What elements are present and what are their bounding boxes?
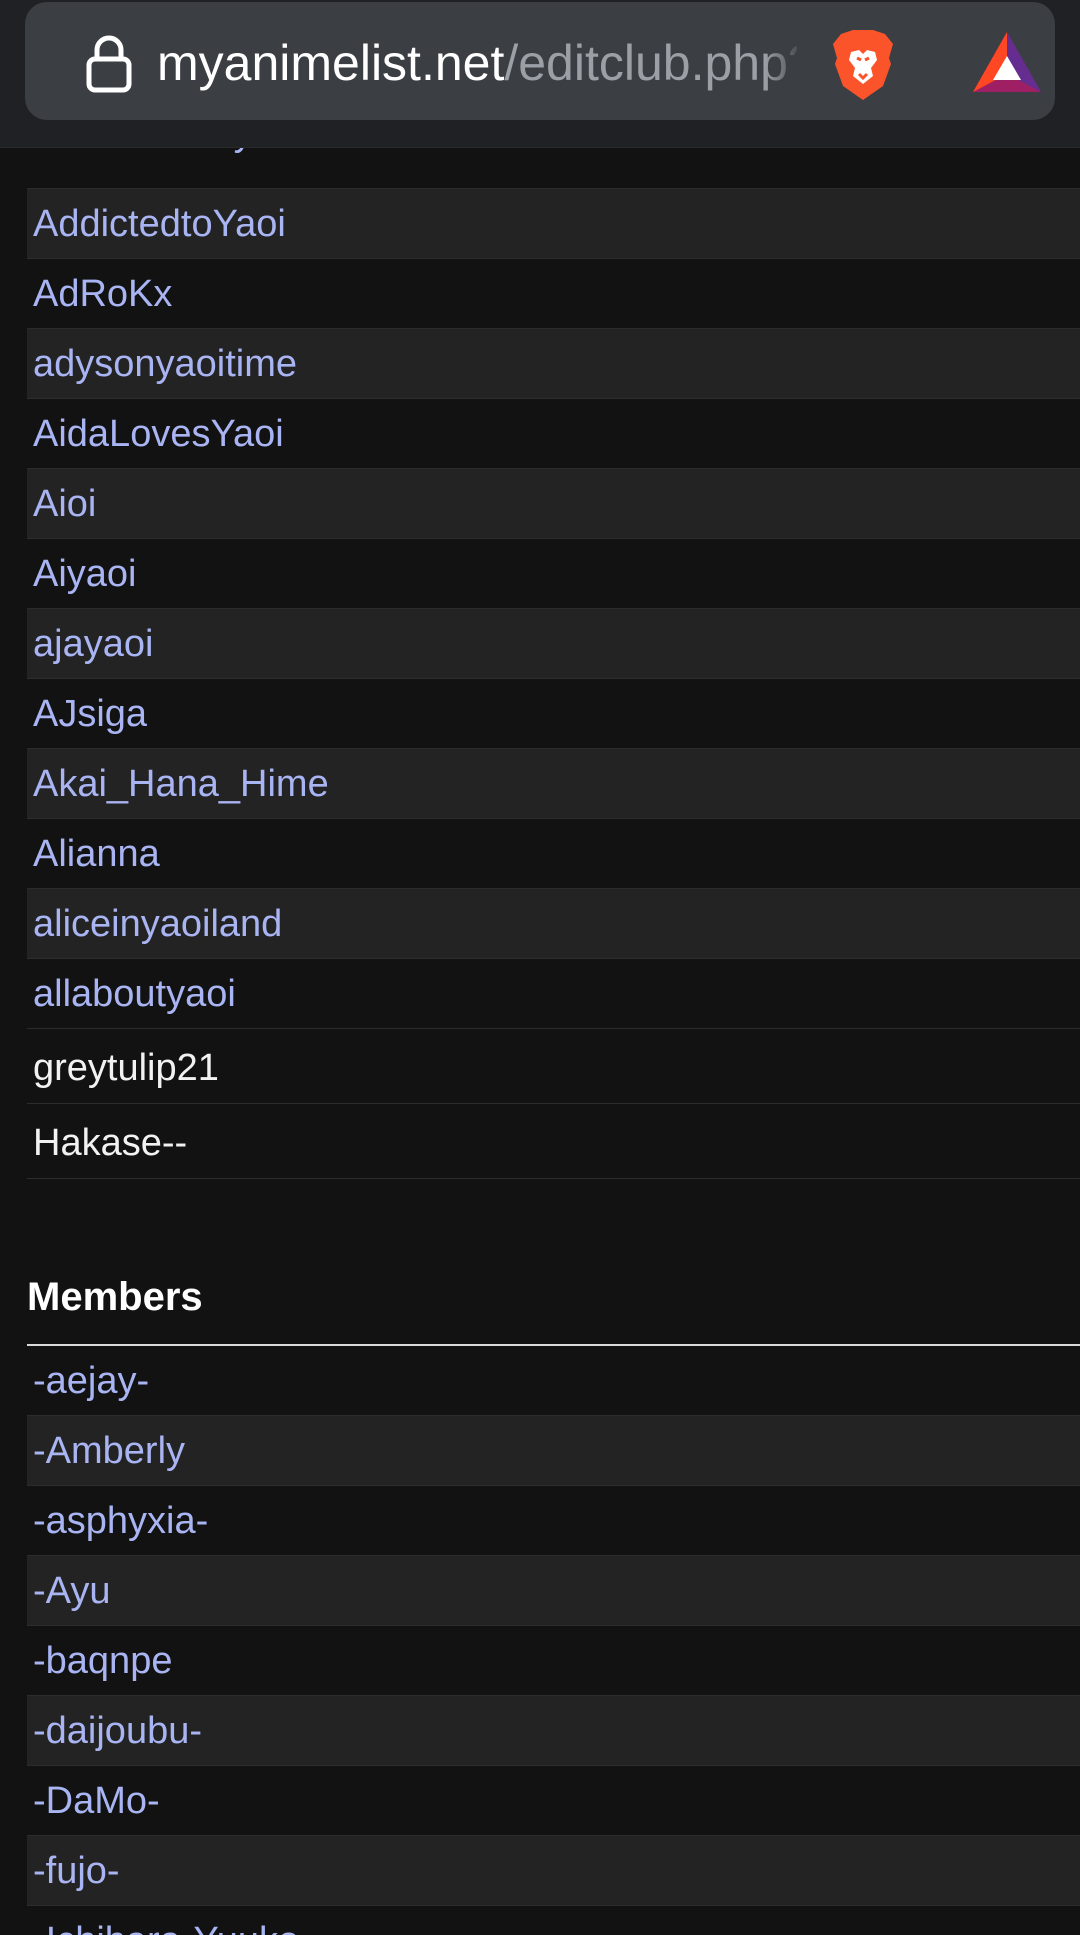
members-heading: Members [27, 1257, 1080, 1346]
list-item[interactable]: AidaLovesYaoi [27, 399, 1080, 469]
member-item[interactable]: -Ayu [27, 1556, 1080, 1626]
member-item[interactable]: -Ichihara-Yuuko- [27, 1906, 1080, 1935]
url-path: /editclub.php? [504, 35, 797, 91]
lock-icon[interactable] [85, 35, 133, 93]
list-item[interactable]: ajayaoi [27, 609, 1080, 679]
list-item[interactable]: AddictedtoYaoi [27, 189, 1080, 259]
url-fade [765, 30, 805, 96]
member-item[interactable]: -DaMo- [27, 1766, 1080, 1836]
member-item[interactable]: -aejay- [27, 1346, 1080, 1416]
rewards-triangle-icon[interactable] [971, 30, 1043, 94]
brave-shields-icon[interactable] [831, 28, 895, 102]
members-list: -aejay- -Amberly -asphyxia- -Ayu -baqnpe… [27, 1346, 1080, 1935]
list-item-text: Hakase-- [27, 1104, 1080, 1179]
list-item[interactable]: AJsiga [27, 679, 1080, 749]
address-bar[interactable]: myanimelist.net/editclub.php? [25, 2, 1055, 120]
browser-toolbar: myanimelist.net/editclub.php? [0, 0, 1080, 148]
list-item[interactable]: Aiyaoi [27, 539, 1080, 609]
member-item[interactable]: -Amberly [27, 1416, 1080, 1486]
user-list: addicted-to-yaoi AddictedtoYaoi AdRoKx a… [27, 118, 1080, 1179]
url-host: myanimelist.net [157, 35, 505, 91]
member-item[interactable]: -asphyxia- [27, 1486, 1080, 1556]
club-content: addicted-to-yaoi AddictedtoYaoi AdRoKx a… [27, 118, 1080, 1935]
list-item[interactable]: Akai_Hana_Hime [27, 749, 1080, 819]
list-item[interactable]: aliceinyaoiland [27, 889, 1080, 959]
member-item[interactable]: -baqnpe [27, 1626, 1080, 1696]
list-item[interactable]: allaboutyaoi [27, 959, 1080, 1029]
list-item-text: greytulip21 [27, 1029, 1080, 1104]
list-item[interactable]: Alianna [27, 819, 1080, 889]
page: myanimelist.net/editclub.php? addicted-t… [0, 0, 1080, 1935]
url-text[interactable]: myanimelist.net/editclub.php? [157, 32, 797, 94]
list-item[interactable]: Aioi [27, 469, 1080, 539]
member-item[interactable]: -daijoubu- [27, 1696, 1080, 1766]
list-item[interactable]: AdRoKx [27, 259, 1080, 329]
list-item[interactable]: adysonyaoitime [27, 329, 1080, 399]
member-item[interactable]: -fujo- [27, 1836, 1080, 1906]
